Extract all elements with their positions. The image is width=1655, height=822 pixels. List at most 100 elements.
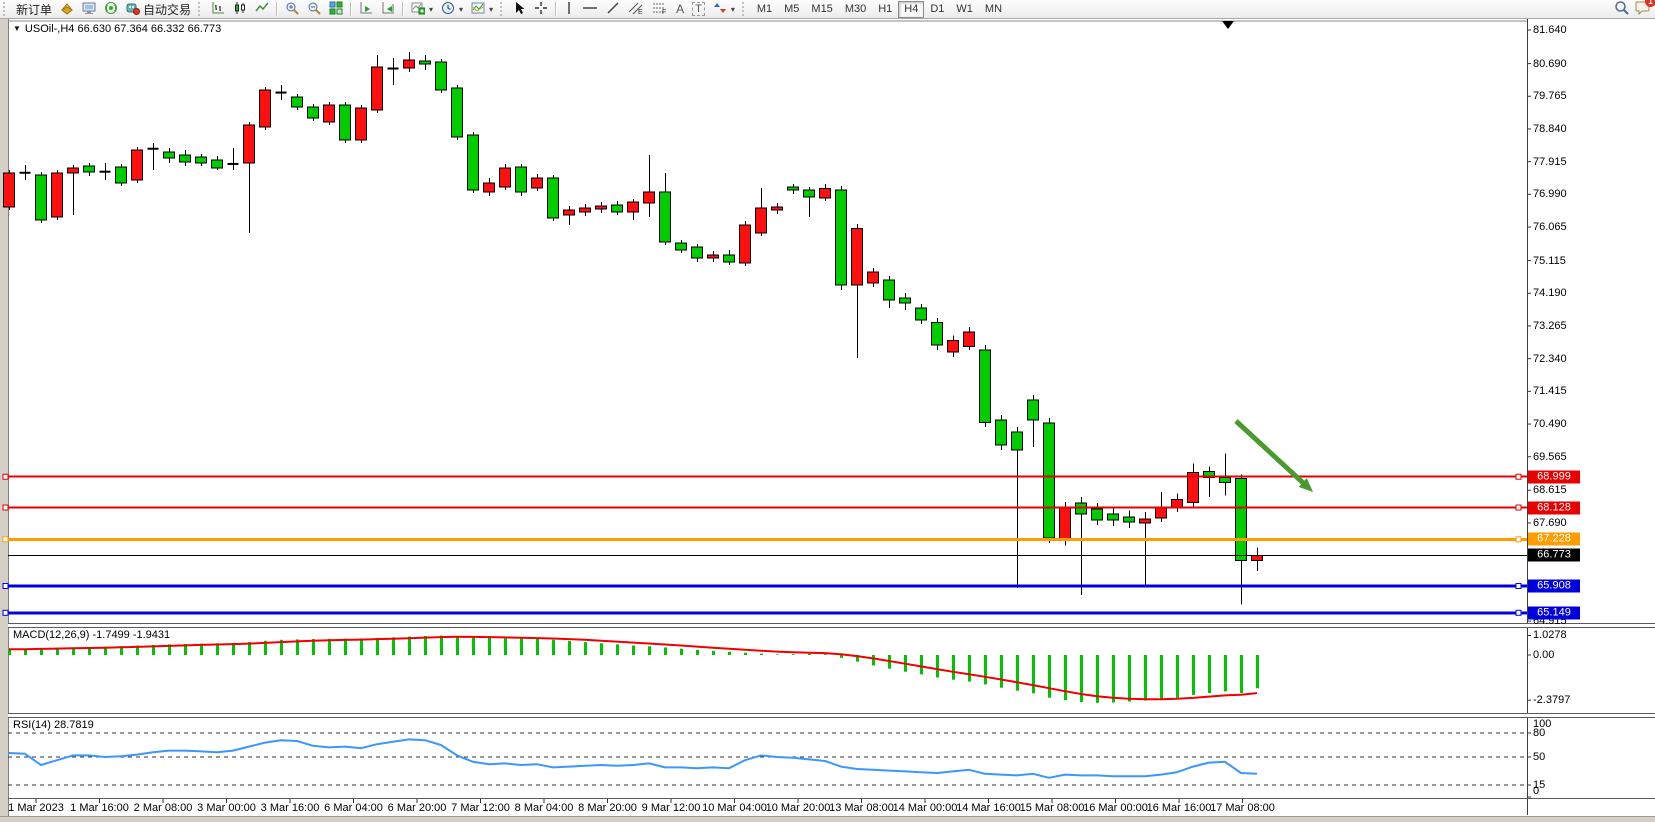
chart-shift-button[interactable] <box>377 1 399 17</box>
line-handle[interactable] <box>3 583 8 588</box>
timeframe-button-d1[interactable]: D1 <box>924 1 950 18</box>
price-axis-label: 68.615 <box>1533 484 1567 496</box>
time-axis-label[interactable]: 15 Mar 08:00 <box>1020 802 1085 814</box>
time-axis-label[interactable]: 8 Mar 04:00 <box>515 802 574 814</box>
line-handle[interactable] <box>1516 505 1521 510</box>
chart-shift-marker-icon[interactable] <box>1222 21 1234 29</box>
crosshair-tool-button[interactable] <box>530 1 552 17</box>
time-axis-label[interactable]: 8 Mar 20:00 <box>578 802 637 814</box>
timeframe-button-mn[interactable]: MN <box>979 1 1008 18</box>
market-watch-button[interactable] <box>56 1 78 17</box>
candle-down <box>1092 509 1103 520</box>
candle-down <box>884 280 895 300</box>
autotrading-icon <box>126 1 140 18</box>
toolbar-grip[interactable] <box>500 2 506 16</box>
time-axis-label[interactable]: 2 Mar 08:00 <box>134 802 193 814</box>
chart-title[interactable]: ▼ USOil-,H4 66.630 67.364 66.332 66.773 <box>13 23 221 35</box>
pane-splitter-rsi[interactable] <box>8 713 1655 718</box>
horizontal-line-tool-button[interactable] <box>578 1 602 17</box>
line-handle[interactable] <box>3 537 8 542</box>
time-axis-label[interactable]: 16 Mar 00:00 <box>1083 802 1148 814</box>
timeframe-button-m1[interactable]: M1 <box>751 1 778 18</box>
candle-doji <box>388 68 399 70</box>
time-axis-label[interactable]: 1 Mar 2023 <box>8 802 64 814</box>
signals-button[interactable] <box>100 1 122 17</box>
text-label-tool-button[interactable]: T <box>688 1 709 17</box>
toolbar-grip[interactable] <box>198 2 204 16</box>
candle-down <box>660 192 671 242</box>
timeframe-button-h4[interactable]: H4 <box>898 1 924 18</box>
line-handle[interactable] <box>3 474 8 479</box>
toolbar-grip[interactable] <box>742 2 748 16</box>
signals-icon <box>104 1 118 18</box>
timeframe-button-w1[interactable]: W1 <box>950 1 979 18</box>
auto-scroll-icon <box>359 1 373 18</box>
time-axis-label[interactable]: 13 Mar 08:00 <box>829 802 894 814</box>
time-axis-label[interactable]: 3 Mar 00:00 <box>197 802 256 814</box>
line-handle[interactable] <box>3 610 8 615</box>
bar-chart-button[interactable] <box>207 1 229 17</box>
price-axis-label: 76.065 <box>1533 221 1567 233</box>
line-handle[interactable] <box>3 505 8 510</box>
time-axis-label[interactable]: 3 Mar 16:00 <box>261 802 320 814</box>
zoom-out-button[interactable] <box>303 1 325 17</box>
cursor-tool-button[interactable] <box>509 1 530 17</box>
periods-button[interactable]: ▾ <box>437 1 467 17</box>
auto-scroll-button[interactable] <box>355 1 377 17</box>
autotrading-button[interactable]: 自动交易 <box>122 1 195 17</box>
tile-windows-icon <box>329 1 343 18</box>
time-axis-label[interactable]: 14 Mar 00:00 <box>893 802 958 814</box>
time-axis-label[interactable]: 14 Mar 16:00 <box>956 802 1021 814</box>
chart-dropdown-icon[interactable]: ▼ <box>13 24 21 33</box>
gold-chart-icon <box>60 1 74 18</box>
channel-tool-button[interactable]: E <box>624 1 648 17</box>
arrows-tool-button[interactable]: ▾ <box>709 1 739 17</box>
time-axis-label[interactable]: 7 Mar 12:00 <box>451 802 510 814</box>
candlestick-button[interactable] <box>229 1 251 17</box>
candle-up <box>1140 519 1151 523</box>
chart-title-text: USOil-,H4 66.630 67.364 66.332 66.773 <box>25 23 221 35</box>
candle-down <box>804 190 815 197</box>
chart-canvas[interactable] <box>0 0 1655 822</box>
new-order-label: 新订单 <box>16 1 52 18</box>
candle-down <box>1076 503 1087 514</box>
time-axis-label[interactable]: 10 Mar 04:00 <box>702 802 767 814</box>
line-handle[interactable] <box>1516 583 1521 588</box>
candle-down <box>452 88 463 137</box>
time-axis-label[interactable]: 16 Mar 16:00 <box>1147 802 1212 814</box>
zoom-in-button[interactable] <box>281 1 303 17</box>
time-axis-label[interactable]: 1 Mar 16:00 <box>70 802 129 814</box>
timeframe-button-m30[interactable]: M30 <box>839 1 872 18</box>
pane-splitter-macd[interactable] <box>8 623 1655 628</box>
time-axis-label[interactable]: 9 Mar 12:00 <box>642 802 701 814</box>
line-handle[interactable] <box>1516 537 1521 542</box>
timeframe-button-m15[interactable]: M15 <box>805 1 838 18</box>
candle-up <box>628 202 639 212</box>
timeframe-button-m5[interactable]: M5 <box>778 1 805 18</box>
tile-windows-button[interactable] <box>325 1 347 17</box>
trendline-tool-button[interactable] <box>602 1 624 17</box>
search-icon[interactable] <box>1614 0 1629 18</box>
time-axis-label[interactable]: 6 Mar 04:00 <box>324 802 383 814</box>
candle-down <box>836 190 847 285</box>
line-handle[interactable] <box>1516 474 1521 479</box>
templates-button[interactable]: ▾ <box>467 1 497 17</box>
text-tool-button[interactable]: A <box>672 1 688 17</box>
notifications-button[interactable]: 1 <box>1635 0 1651 18</box>
indicators-button[interactable]: ▾ <box>407 1 437 17</box>
time-axis-label[interactable]: 6 Mar 20:00 <box>388 802 447 814</box>
time-axis-label[interactable]: 17 Mar 08:00 <box>1210 802 1275 814</box>
time-axis-label[interactable]: 10 Mar 20:00 <box>766 802 831 814</box>
timeframe-button-h1[interactable]: H1 <box>872 1 898 18</box>
fibonacci-tool-button[interactable]: F <box>648 1 672 17</box>
window-bottom-border <box>0 816 1655 822</box>
macd-axis-label: 1.0278 <box>1533 629 1567 641</box>
line-chart-button[interactable] <box>251 1 273 17</box>
line-handle[interactable] <box>1516 610 1521 615</box>
new-order-button[interactable]: 新订单 <box>12 1 56 17</box>
toolbar-grip[interactable] <box>3 2 9 16</box>
price-axis-label: 75.115 <box>1533 255 1566 267</box>
terminal-button[interactable] <box>78 1 100 17</box>
vertical-line-tool-button[interactable] <box>560 1 578 17</box>
trend-arrow-annotation[interactable] <box>1236 421 1306 485</box>
